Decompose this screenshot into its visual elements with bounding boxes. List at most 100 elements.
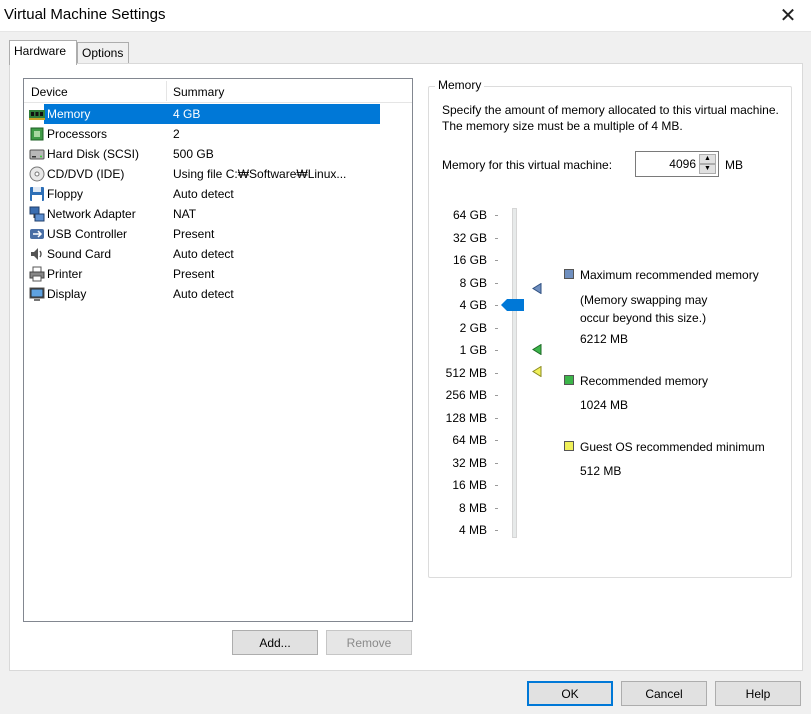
device-name: Network Adapter	[47, 207, 136, 221]
scale-label: 16 MB	[452, 478, 487, 492]
device-name: Sound Card	[47, 247, 112, 261]
scale-label: 32 MB	[452, 456, 487, 470]
scale-tick	[495, 350, 498, 351]
scale-tick	[495, 215, 498, 216]
selection-highlight	[44, 104, 380, 124]
device-summary: Auto detect	[173, 247, 234, 261]
scale-label: 512 MB	[445, 366, 487, 380]
memory-unit: MB	[725, 158, 743, 172]
device-row-memory[interactable]: Memory 4 GB	[24, 104, 412, 124]
device-summary: Present	[173, 267, 215, 281]
memory-slider-thumb[interactable]	[501, 298, 525, 312]
scale-tick	[495, 418, 498, 419]
scale-tick	[495, 463, 498, 464]
processor-icon	[30, 127, 44, 141]
device-summary: 4 GB	[173, 107, 201, 121]
hardware-panel: Device Summary Memory 4 GB Processors 2	[9, 63, 803, 671]
ok-button[interactable]: OK	[527, 681, 613, 706]
scale-label: 256 MB	[445, 388, 487, 402]
max-recommended-value: 6212 MB	[580, 332, 629, 346]
scale-label: 2 GB	[459, 321, 487, 335]
device-row-sound-card[interactable]: Sound Card Auto detect	[24, 244, 412, 264]
scale-label: 128 MB	[445, 411, 487, 425]
close-button[interactable]: ✕	[765, 0, 811, 31]
remove-button[interactable]: Remove	[326, 630, 412, 655]
scale-tick	[495, 283, 498, 284]
scale-label: 64 MB	[452, 433, 487, 447]
hard-disk-icon	[29, 149, 45, 160]
printer-icon	[29, 266, 45, 282]
device-list[interactable]: Device Summary Memory 4 GB Processors 2	[23, 78, 413, 622]
device-name: CD/DVD (IDE)	[47, 167, 125, 181]
cancel-button[interactable]: Cancel	[621, 681, 707, 706]
device-row-processors[interactable]: Processors 2	[24, 124, 412, 144]
add-button[interactable]: Add...	[232, 630, 318, 655]
scale-tick	[495, 328, 498, 329]
device-row-network-adapter[interactable]: Network Adapter NAT	[24, 204, 412, 224]
max-recommended-marker-icon	[532, 283, 542, 294]
memory-input[interactable]: 4096	[669, 157, 696, 171]
device-name: Processors	[47, 127, 108, 141]
scale-label: 16 GB	[452, 253, 487, 267]
device-summary: Auto detect	[173, 287, 234, 301]
max-recommended-label: Maximum recommended memory	[580, 268, 759, 282]
memory-slider-track[interactable]	[512, 208, 517, 538]
scale-tick	[495, 440, 498, 441]
help-button[interactable]: Help	[715, 681, 801, 706]
tab-hardware[interactable]: Hardware	[9, 40, 77, 65]
tab-options[interactable]: Options	[77, 42, 129, 64]
device-row-hard-disk[interactable]: Hard Disk (SCSI) 500 GB	[24, 144, 412, 164]
dialog-footer: OK Cancel Help	[0, 672, 811, 714]
minimum-label: Guest OS recommended minimum	[580, 440, 765, 454]
sound-icon	[31, 248, 42, 260]
device-name: Printer	[47, 267, 83, 281]
recommended-value: 1024 MB	[580, 398, 629, 412]
minimum-legend-square-icon	[564, 441, 574, 451]
network-icon	[29, 206, 45, 222]
memory-field-label: Memory for this virtual machine:	[442, 158, 613, 172]
column-divider[interactable]	[166, 81, 167, 101]
device-row-printer[interactable]: Printer Present	[24, 264, 412, 284]
device-row-display[interactable]: Display Auto detect	[24, 284, 412, 304]
close-icon: ✕	[779, 5, 797, 27]
scale-tick	[495, 373, 498, 374]
spin-buttons: ▲ ▼	[699, 154, 716, 174]
spin-up-icon[interactable]: ▲	[699, 154, 716, 164]
recommended-label: Recommended memory	[580, 374, 709, 388]
max-recommended-note: (Memory swapping may occur beyond this s…	[580, 293, 708, 325]
scale-tick	[495, 238, 498, 239]
recommended-legend-square-icon	[564, 375, 574, 385]
device-name: USB Controller	[47, 227, 128, 241]
device-row-floppy[interactable]: Floppy Auto detect	[24, 184, 412, 204]
device-summary: 500 GB	[173, 147, 214, 161]
device-summary: NAT	[173, 207, 197, 221]
scale-label: 4 GB	[459, 298, 487, 312]
scale-tick	[495, 305, 498, 306]
title-bar: Virtual Machine Settings ✕	[0, 0, 811, 32]
minimum-value: 512 MB	[580, 464, 622, 478]
max-legend-square-icon	[564, 269, 574, 279]
device-row-cd-dvd[interactable]: CD/DVD (IDE) Using file C:₩Software₩Linu…	[24, 164, 412, 184]
minimum-marker-icon	[532, 366, 542, 377]
scale-label: 8 GB	[459, 276, 487, 290]
scale-tick	[495, 260, 498, 261]
cd-dvd-icon	[29, 166, 45, 182]
list-header: Device Summary	[24, 79, 412, 103]
device-name: Floppy	[47, 187, 84, 201]
scale-tick	[495, 485, 498, 486]
device-name: Display	[47, 287, 87, 301]
scale-tick	[495, 395, 498, 396]
memory-description: Specify the amount of memory allocated t…	[442, 103, 779, 133]
spin-down-icon[interactable]: ▼	[699, 164, 716, 174]
memory-spinbox[interactable]: 4096 ▲ ▼	[635, 151, 719, 177]
device-name: Hard Disk (SCSI)	[47, 147, 140, 161]
column-header-summary[interactable]: Summary	[173, 85, 224, 99]
column-header-device[interactable]: Device	[31, 85, 68, 99]
device-row-usb-controller[interactable]: USB Controller Present	[24, 224, 412, 244]
scale-label: 1 GB	[459, 343, 487, 357]
scale-label: 64 GB	[452, 208, 487, 222]
device-summary: Auto detect	[173, 187, 234, 201]
window-title: Virtual Machine Settings	[4, 6, 166, 23]
floppy-icon	[30, 187, 44, 201]
device-summary: Present	[173, 227, 215, 241]
